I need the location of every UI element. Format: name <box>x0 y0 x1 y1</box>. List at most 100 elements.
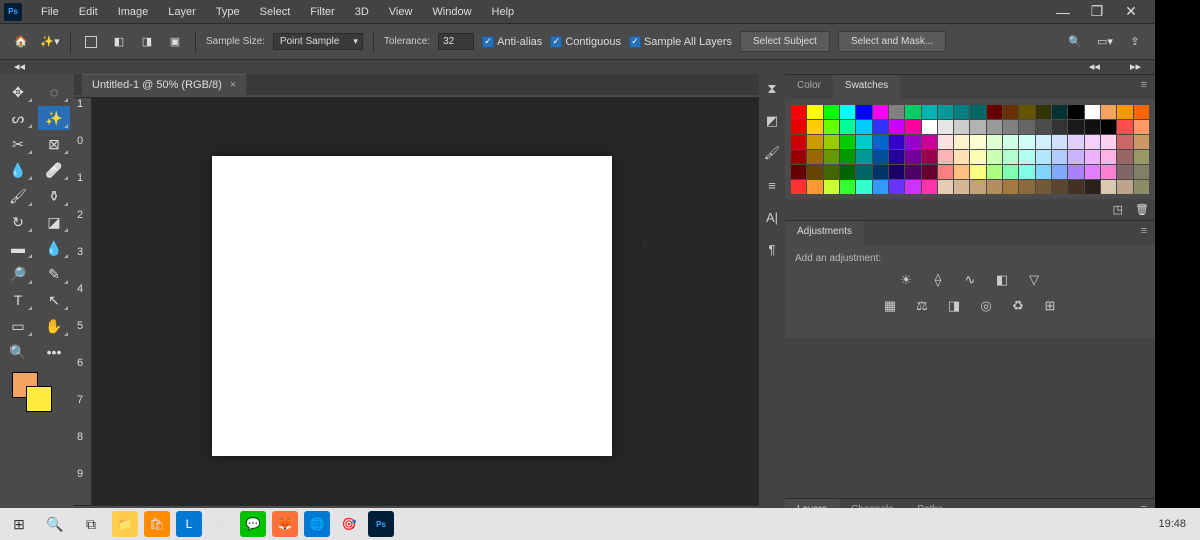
search-icon[interactable]: 🔍 <box>1065 32 1085 52</box>
swatch[interactable] <box>1134 105 1149 119</box>
swatch[interactable] <box>1134 150 1149 164</box>
swatch[interactable] <box>954 150 969 164</box>
swatch[interactable] <box>1085 150 1100 164</box>
app-logo[interactable]: Ps <box>4 3 22 21</box>
swatch[interactable] <box>840 165 855 179</box>
close-tab-icon[interactable]: × <box>230 79 236 91</box>
menu-select[interactable]: Select <box>251 3 300 21</box>
swatch[interactable] <box>1068 120 1083 134</box>
menu-3d[interactable]: 3D <box>346 3 378 21</box>
menu-file[interactable]: File <box>32 3 68 21</box>
swatch[interactable] <box>987 165 1002 179</box>
swatch[interactable] <box>1019 180 1034 194</box>
swatch[interactable] <box>889 180 904 194</box>
swatch[interactable] <box>791 105 806 119</box>
magic-wand-tool[interactable]: ✨ <box>38 106 70 130</box>
hue-icon[interactable]: ▦ <box>881 298 899 314</box>
swatch[interactable] <box>1101 180 1116 194</box>
collapse-right-icon[interactable]: ◂◂ <box>1089 60 1100 74</box>
edge-app-icon[interactable]: 🌐 <box>304 511 330 537</box>
healing-tool[interactable]: 🩹 <box>38 158 70 182</box>
menu-help[interactable]: Help <box>483 3 524 21</box>
swatch[interactable] <box>905 120 920 134</box>
brush-tool[interactable]: 🖌 <box>2 184 34 208</box>
swatch[interactable] <box>1134 135 1149 149</box>
color-balance-icon[interactable]: ⚖ <box>913 298 931 314</box>
swatch[interactable] <box>1085 135 1100 149</box>
swatch[interactable] <box>1003 150 1018 164</box>
swatch[interactable] <box>970 105 985 119</box>
sample-all-checkbox[interactable]: ✓Sample All Layers <box>629 36 732 48</box>
minimize-icon[interactable]: — <box>1055 4 1071 20</box>
swatch[interactable] <box>1019 165 1034 179</box>
swatch[interactable] <box>1003 105 1018 119</box>
blur-tool[interactable]: 💧 <box>38 236 70 260</box>
history-brush-tool[interactable]: ↻ <box>2 210 34 234</box>
swatch[interactable] <box>1036 135 1051 149</box>
settings-app-icon[interactable]: ⚙ <box>208 511 234 537</box>
swatch[interactable] <box>807 150 822 164</box>
paragraph-panel-icon[interactable]: ¶ <box>763 240 781 258</box>
swatch[interactable] <box>922 135 937 149</box>
swatch[interactable] <box>1068 150 1083 164</box>
swatch[interactable] <box>987 180 1002 194</box>
swatch[interactable] <box>1085 120 1100 134</box>
frame-tool[interactable]: ⊠ <box>38 132 70 156</box>
document-tab[interactable]: Untitled-1 @ 50% (RGB/8) × <box>82 74 246 95</box>
swatch[interactable] <box>1101 150 1116 164</box>
eyedropper-tool[interactable]: 💧 <box>2 158 34 182</box>
swatch[interactable] <box>807 180 822 194</box>
swatch[interactable] <box>824 135 839 149</box>
history-panel-icon[interactable]: ⧗ <box>763 80 781 98</box>
swatch[interactable] <box>905 105 920 119</box>
swatch[interactable] <box>889 120 904 134</box>
swatch[interactable] <box>922 105 937 119</box>
swatch[interactable] <box>905 180 920 194</box>
close-icon[interactable]: ✕ <box>1123 4 1139 20</box>
options-panel-icon[interactable]: ≡ <box>763 176 781 194</box>
swatch[interactable] <box>1052 105 1067 119</box>
swatch[interactable] <box>1134 180 1149 194</box>
swatch[interactable] <box>938 180 953 194</box>
swatch[interactable] <box>856 150 871 164</box>
swatch[interactable] <box>856 105 871 119</box>
swatch[interactable] <box>1052 135 1067 149</box>
menu-view[interactable]: View <box>380 3 422 21</box>
swatch[interactable] <box>791 180 806 194</box>
swatch[interactable] <box>791 165 806 179</box>
swatch[interactable] <box>1003 135 1018 149</box>
swatch[interactable] <box>987 105 1002 119</box>
swatch[interactable] <box>873 150 888 164</box>
menu-layer[interactable]: Layer <box>159 3 205 21</box>
swatch[interactable] <box>1117 120 1132 134</box>
swatch[interactable] <box>873 165 888 179</box>
swatch[interactable] <box>873 120 888 134</box>
swatch[interactable] <box>791 150 806 164</box>
exposure-icon[interactable]: ◧ <box>993 272 1011 288</box>
swatch[interactable] <box>840 150 855 164</box>
swatch[interactable] <box>1117 165 1132 179</box>
color-lookup-icon[interactable]: ⊞ <box>1041 298 1059 314</box>
edit-toolbar[interactable]: ••• <box>38 340 70 364</box>
chrome-app-icon[interactable]: 🎯 <box>336 511 362 537</box>
swatch[interactable] <box>856 180 871 194</box>
swatch[interactable] <box>1036 165 1051 179</box>
swatch[interactable] <box>938 105 953 119</box>
swatch[interactable] <box>1134 120 1149 134</box>
swatch[interactable] <box>987 150 1002 164</box>
store-app-icon[interactable]: 🛍 <box>144 511 170 537</box>
swatch[interactable] <box>905 165 920 179</box>
swatch[interactable] <box>791 120 806 134</box>
swatch[interactable] <box>1117 135 1132 149</box>
swatches-tab[interactable]: Swatches <box>833 75 900 99</box>
swatch[interactable] <box>1052 180 1067 194</box>
swatch[interactable] <box>1068 165 1083 179</box>
swatch[interactable] <box>938 165 953 179</box>
swatch[interactable] <box>889 135 904 149</box>
select-subject-button[interactable]: Select Subject <box>740 31 830 52</box>
photoshop-app-icon[interactable]: Ps <box>368 511 394 537</box>
swatch[interactable] <box>824 105 839 119</box>
swatch[interactable] <box>1101 105 1116 119</box>
swatch[interactable] <box>954 120 969 134</box>
swatch[interactable] <box>954 165 969 179</box>
